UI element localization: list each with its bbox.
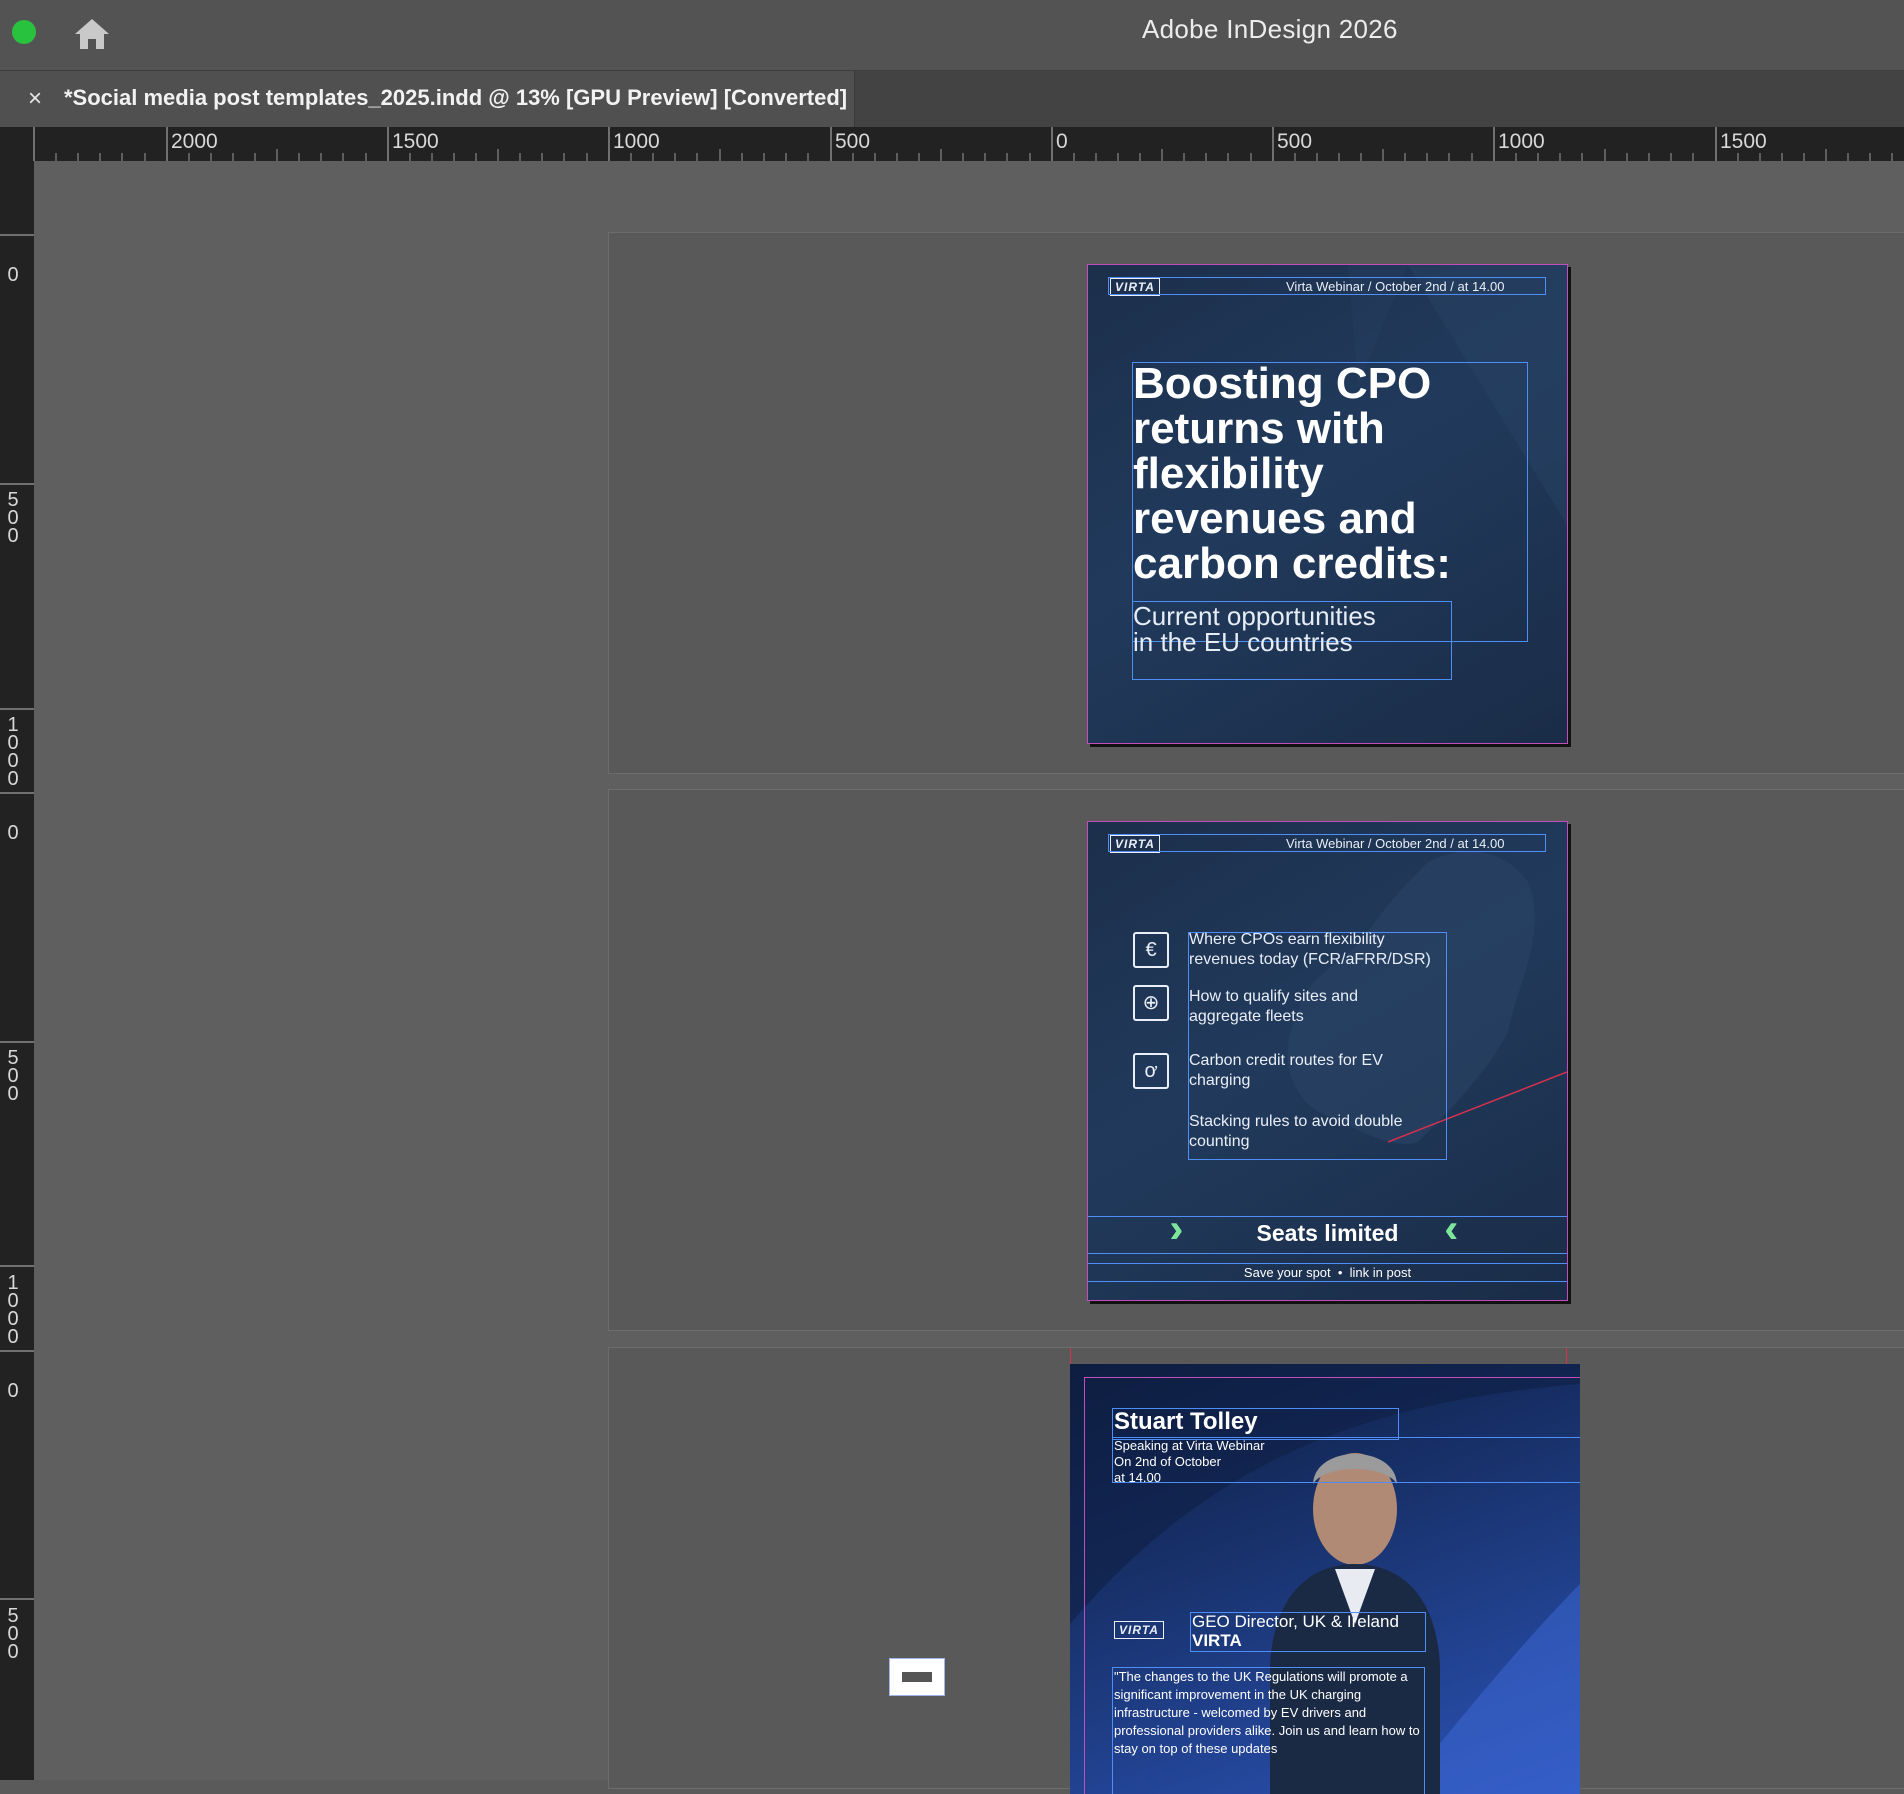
speaker-details: Speaking at Virta Webinar On 2nd of Octo… — [1114, 1438, 1265, 1486]
ruler-label: 1000 — [7, 1272, 19, 1348]
horizontal-ruler[interactable]: 2000 1500 1000 500 0 500 1000 1500 — [0, 127, 1904, 161]
bullet-item: Where CPOs earn flexibility revenues tod… — [1189, 931, 1431, 968]
speaker-name: Stuart Tolley — [1114, 1408, 1258, 1435]
layout-toggle-button[interactable] — [889, 1658, 945, 1696]
ruler-label: 1000 — [7, 714, 19, 790]
rectangle-icon — [902, 1672, 932, 1682]
post-page-1[interactable]: VIRTA Virta Webinar / October 2nd / at 1… — [1087, 264, 1568, 744]
home-icon[interactable] — [72, 16, 112, 52]
ruler-label: 500 — [7, 489, 19, 547]
document-tab-title: *Social media post templates_2025.indd @… — [64, 85, 848, 110]
ruler-label: 1500 — [1720, 130, 1767, 153]
spread-3[interactable]: Stuart Tolley Speaking at Virta Webinar … — [608, 1347, 1904, 1794]
ruler-label: 0 — [7, 822, 19, 844]
guide-line — [1088, 1281, 1567, 1282]
ruler-label: 1000 — [1498, 130, 1545, 153]
bullet-item: Carbon credit routes for EV charging — [1189, 1052, 1383, 1089]
detail-line: at 14.00 — [1114, 1470, 1161, 1485]
webinar-header: Virta Webinar / October 2nd / at 14.00 — [1286, 836, 1505, 851]
ruler-ticks — [0, 234, 34, 1600]
ruler-label: 0 — [7, 264, 19, 286]
guide-line — [1088, 1253, 1567, 1254]
ruler-label: 0 — [7, 1380, 19, 1402]
ruler-label: 2000 — [171, 130, 218, 153]
document-tab[interactable]: × *Social media post templates_2025.indd… — [0, 71, 855, 127]
speaker-quote: "The changes to the UK Regulations will … — [1114, 1669, 1420, 1756]
vertical-ruler[interactable]: 0 500 1000 0 500 1000 0 500 — [0, 161, 34, 1780]
post-subtitle: Current opportunities in the EU countrie… — [1133, 601, 1376, 657]
cta-label: Seats limited — [1256, 1220, 1399, 1246]
title-bar: Adobe InDesign 2026 — [0, 0, 1904, 71]
leaf-icon: ơ — [1133, 1053, 1169, 1089]
webinar-header: Virta Webinar / October 2nd / at 14.00 — [1286, 279, 1505, 294]
close-tab-icon[interactable]: × — [28, 85, 42, 113]
detail-line: Speaking at Virta Webinar — [1114, 1438, 1265, 1453]
euro-icon: € — [1133, 932, 1169, 968]
globe-icon: ⊕ — [1133, 985, 1169, 1021]
ruler-label: 1500 — [392, 130, 439, 153]
ruler-label: 500 — [835, 130, 871, 153]
ruler-label: 0 — [1056, 130, 1068, 153]
cta-footer: Save your spot • link in post — [1243, 1265, 1412, 1280]
virta-logo: VIRTA — [1114, 1621, 1164, 1639]
app-title: Adobe InDesign 2026 — [1142, 14, 1398, 44]
post-page-2[interactable]: VIRTA Virta Webinar / October 2nd / at 1… — [1087, 821, 1568, 1301]
ruler-label: 500 — [7, 1047, 19, 1105]
post-title: Boosting CPO returns with flexibility re… — [1133, 359, 1451, 588]
ruler-label: 1000 — [613, 130, 660, 153]
speaker-role: GEO Director, UK & Ireland VIRTA — [1192, 1612, 1399, 1650]
detail-line: On 2nd of October — [1114, 1454, 1221, 1469]
bullet-item: How to qualify sites and aggregate fleet… — [1189, 988, 1358, 1025]
ruler-label: 500 — [1277, 130, 1313, 153]
guide-line — [1088, 1263, 1567, 1264]
guide-line — [1088, 1216, 1567, 1217]
pasteboard[interactable]: VIRTA Virta Webinar / October 2nd / at 1… — [34, 161, 1904, 1794]
ruler-ticks — [33, 127, 1893, 161]
bullet-item: Stacking rules to avoid double counting — [1189, 1113, 1403, 1150]
ruler-label: 500 — [7, 1605, 19, 1663]
role-title: GEO Director, UK & Ireland — [1192, 1612, 1399, 1631]
post-page-3[interactable]: Stuart Tolley Speaking at Virta Webinar … — [1070, 1364, 1580, 1794]
spread-1[interactable]: VIRTA Virta Webinar / October 2nd / at 1… — [608, 232, 1904, 774]
document-tab-bar: × *Social media post templates_2025.indd… — [0, 71, 1904, 127]
window-close-button[interactable] — [12, 20, 36, 44]
spread-2[interactable]: VIRTA Virta Webinar / October 2nd / at 1… — [608, 789, 1904, 1331]
company-name: VIRTA — [1192, 1631, 1242, 1650]
